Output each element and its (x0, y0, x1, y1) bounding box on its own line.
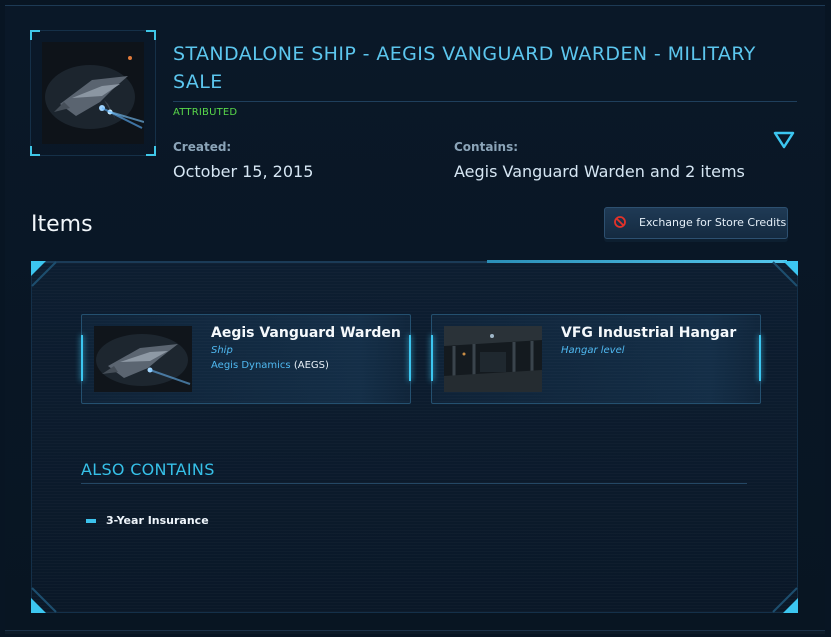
card-edge-glow (409, 335, 411, 381)
contains-value: Aegis Vanguard Warden and 2 items (454, 162, 745, 181)
also-contains-divider (81, 483, 747, 484)
corner-ornament (772, 261, 798, 287)
corner-bracket (146, 30, 156, 40)
ship-image (94, 326, 192, 392)
corner-ornament (772, 587, 798, 613)
hangar-image (444, 326, 542, 392)
item-type: Hangar level (561, 345, 625, 356)
item-card-ship[interactable]: Aegis Vanguard Warden Ship Aegis Dynamic… (81, 314, 411, 404)
created-value: October 15, 2015 (173, 162, 314, 181)
item-name: Aegis Vanguard Warden (211, 325, 401, 341)
item-type: Ship (211, 345, 233, 356)
pledge-title: STANDALONE SHIP - AEGIS VANGUARD WARDEN … (173, 43, 756, 93)
title-divider (173, 101, 797, 102)
pledge-thumbnail-image (42, 42, 144, 144)
item-card-hangar[interactable]: VFG Industrial Hangar Hangar level (431, 314, 761, 404)
corner-bracket (30, 146, 40, 156)
exchange-for-store-credits-button[interactable]: Exchange for Store Credits (604, 207, 788, 239)
pledge-thumbnail-frame (30, 30, 156, 156)
corner-bracket (146, 146, 156, 156)
items-heading: Items (31, 212, 93, 237)
bullet-icon (86, 519, 96, 523)
card-edge-glow (431, 335, 433, 381)
status-badge: ATTRIBUTED (173, 107, 238, 118)
no-entry-icon (614, 216, 626, 228)
corner-ornament (31, 587, 57, 613)
card-edge-glow (81, 335, 83, 381)
item-manufacturer: Aegis Dynamics (AEGS) (211, 360, 329, 371)
panel-top-highlight (487, 260, 787, 263)
bottom-border (5, 630, 825, 634)
chevron-down-icon[interactable] (771, 129, 797, 151)
items-panel: Aegis Vanguard Warden Ship Aegis Dynamic… (31, 260, 798, 613)
corner-bracket (30, 30, 40, 40)
also-contains-item: 3-Year Insurance (106, 514, 209, 527)
created-label: Created: (173, 140, 232, 154)
also-contains-heading: ALSO CONTAINS (81, 460, 215, 479)
corner-ornament (31, 261, 57, 287)
contains-label: Contains: (454, 140, 519, 154)
item-name: VFG Industrial Hangar (561, 325, 737, 341)
manufacturer-name: Aegis Dynamics (211, 360, 291, 371)
exchange-button-label: Exchange for Store Credits (639, 216, 787, 229)
manufacturer-code: (AEGS) (293, 360, 329, 371)
card-edge-glow (759, 335, 761, 381)
